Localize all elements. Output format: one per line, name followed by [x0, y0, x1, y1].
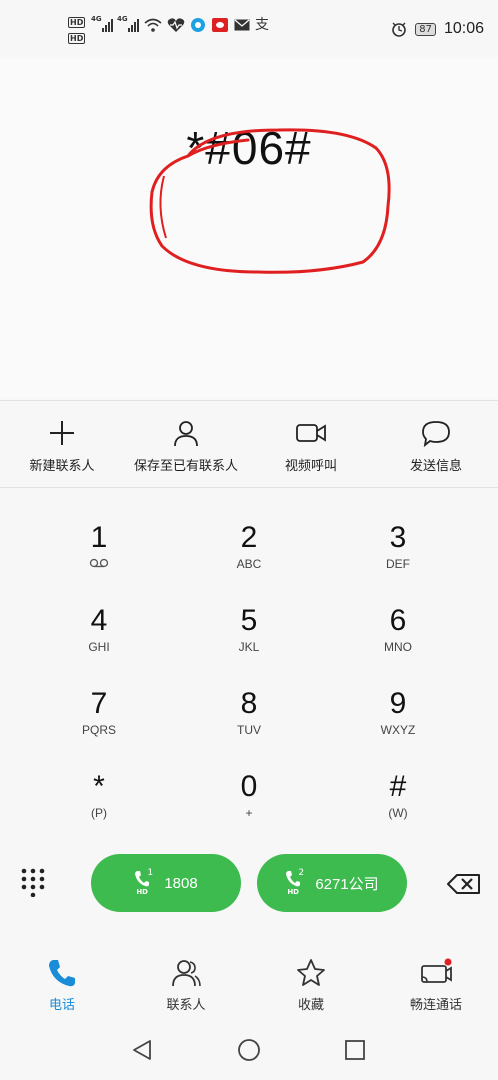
key-3[interactable]: 3 DEF	[323, 520, 473, 602]
key-2[interactable]: 2 ABC	[174, 520, 324, 602]
call-sim1-button[interactable]: 1 HD 1808	[91, 854, 241, 912]
dial-display: *#06#	[0, 58, 498, 398]
key-letters: GHI	[88, 640, 110, 654]
message-icon	[422, 421, 450, 447]
action-label: 发送信息	[409, 459, 462, 474]
key-0[interactable]: 0 +	[174, 769, 324, 851]
key-letters: DEF	[386, 557, 410, 571]
key-letters: ABC	[236, 557, 262, 571]
clock: 10:06	[443, 20, 484, 37]
key-digit: 1	[90, 521, 108, 554]
signal-icon: 4G	[91, 15, 113, 32]
alarm-icon	[392, 22, 407, 37]
hd-badge: HD	[68, 33, 86, 44]
key-digit: 2	[240, 521, 258, 554]
keypad-toggle-icon[interactable]	[20, 867, 46, 897]
key-8[interactable]: 8 TUV	[174, 686, 324, 768]
wifi-icon	[144, 18, 162, 32]
hd-label: HD	[287, 888, 299, 896]
sim-index: 2	[298, 868, 305, 878]
key-5[interactable]: 5 JKL	[174, 603, 324, 685]
system-navigation-bar	[0, 1024, 498, 1080]
call-number-label: 1808	[164, 874, 198, 892]
key-digit: 7	[90, 687, 108, 720]
network-type: 4G	[91, 15, 102, 23]
recents-icon[interactable]	[343, 1038, 367, 1062]
key-1[interactable]: 1	[24, 520, 174, 602]
key-letters: MNO	[384, 640, 412, 654]
tab-label: 联系人	[166, 998, 206, 1013]
dial-keypad: 1 2 ABC 3 DEF 4 GHI 5 JKL 6 MNO 7 PQRS 8…	[0, 500, 498, 840]
call-sim2-button[interactable]: 2 HD 6271公司	[257, 854, 407, 912]
key-digit: 4	[90, 604, 108, 637]
tab-label: 畅连通话	[409, 998, 462, 1013]
screen-share-icon	[421, 958, 452, 983]
mail-icon	[234, 19, 250, 31]
key-letters: TUV	[237, 723, 261, 737]
key-digit: 9	[389, 687, 407, 720]
tab-phone[interactable]: 电话	[0, 948, 124, 1013]
key-digit: 0	[240, 770, 258, 803]
key-letters: +	[245, 806, 253, 820]
key-letters: (W)	[388, 806, 408, 820]
key-digit: 3	[389, 521, 407, 554]
key-9[interactable]: 9 WXYZ	[323, 686, 473, 768]
key-4[interactable]: 4 GHI	[24, 603, 174, 685]
key-digit: #	[389, 770, 407, 803]
call-number-label: 6271公司	[315, 875, 379, 893]
alipay-icon: 支	[255, 17, 269, 33]
bottom-tab-bar: 电话 联系人 收藏 畅连通话	[0, 948, 498, 1024]
health-heart-icon	[167, 18, 185, 32]
call-row: 1 HD 1808 2 HD 6271公司	[0, 854, 498, 914]
key-star[interactable]: * (P)	[24, 769, 174, 851]
key-7[interactable]: 7 PQRS	[24, 686, 174, 768]
hd-label: HD	[136, 888, 148, 896]
battery-icon: 87	[415, 22, 436, 36]
action-label: 新建联系人	[29, 459, 95, 474]
tab-contacts[interactable]: 联系人	[124, 948, 248, 1013]
sim-index: 1	[147, 868, 154, 878]
key-letters: (P)	[91, 806, 107, 820]
hd-badge: HD	[68, 17, 86, 28]
contacts-icon	[172, 960, 201, 987]
tab-meetime[interactable]: 畅连通话	[374, 948, 498, 1013]
key-digit: *	[93, 770, 105, 803]
status-bar: HD HD 4G 4G 支 87 10:06	[0, 0, 498, 58]
key-digit: 6	[389, 604, 407, 637]
video-call-button[interactable]: 视频呼叫	[249, 401, 373, 489]
tab-label: 电话	[48, 998, 75, 1013]
voicemail-icon	[89, 558, 109, 568]
network-type: 4G	[117, 15, 128, 23]
phone-icon	[49, 960, 75, 987]
backspace-icon[interactable]	[447, 873, 481, 895]
tab-favorites[interactable]: 收藏	[249, 948, 373, 1013]
plus-icon	[50, 421, 74, 445]
video-icon	[296, 424, 326, 442]
new-contact-button[interactable]: 新建联系人	[0, 401, 124, 489]
star-icon	[297, 959, 325, 986]
red-circle-annotation	[149, 128, 391, 274]
home-icon[interactable]	[237, 1038, 261, 1062]
back-icon[interactable]	[130, 1038, 154, 1062]
signal-icon: 4G	[117, 15, 139, 32]
action-label: 视频呼叫	[284, 459, 337, 474]
tab-label: 收藏	[297, 998, 324, 1013]
key-letters: PQRS	[81, 723, 116, 737]
app-notification-icon	[191, 18, 205, 32]
send-message-button[interactable]: 发送信息	[374, 401, 498, 489]
person-icon	[174, 421, 198, 447]
action-label: 保存至已有联系人	[133, 459, 238, 474]
key-digit: 8	[240, 687, 258, 720]
dial-actions-row: 新建联系人 保存至已有联系人 视频呼叫 发送信息	[0, 400, 498, 488]
key-letters: JKL	[238, 640, 260, 654]
weibo-notification-icon	[212, 18, 228, 32]
key-digit: 5	[240, 604, 258, 637]
key-letters: WXYZ	[380, 723, 416, 737]
key-hash[interactable]: # (W)	[323, 769, 473, 851]
save-to-contact-button[interactable]: 保存至已有联系人	[124, 401, 248, 489]
key-6[interactable]: 6 MNO	[323, 603, 473, 685]
